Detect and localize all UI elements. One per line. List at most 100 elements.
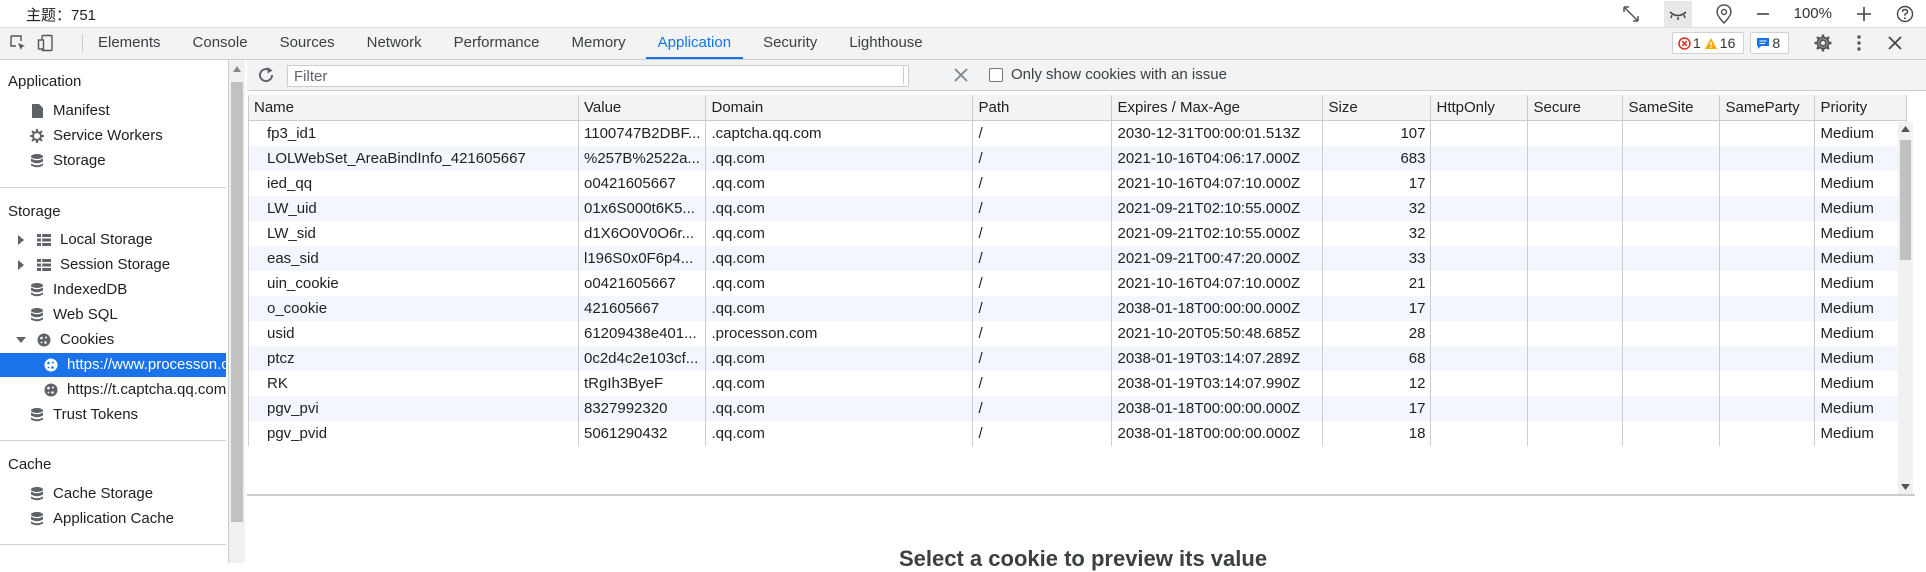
column-header[interactable]: Value (577, 95, 707, 121)
table-row[interactable]: pgv_pvi 8327992320 .qq.com/2038-01-18T00:0… (248, 396, 1908, 421)
table-row[interactable]: usid 61209438e401... .processon.com/2021-1… (248, 321, 1908, 346)
table-row[interactable]: fp3_id1 1100747B2DBF... .captcha.qq.com/20… (248, 120, 1908, 146)
only-issue-checkbox[interactable]: Only show cookies with an issue (989, 66, 1227, 83)
divider (82, 34, 83, 52)
table-cell (1527, 271, 1624, 296)
inspect-element-icon[interactable] (6, 32, 30, 54)
filter-input[interactable] (287, 65, 909, 87)
sidebar-item-application-cache[interactable]: Application Cache (30, 507, 174, 531)
expand-icon[interactable] (1622, 5, 1640, 23)
settings-gear-icon[interactable] (1810, 30, 1836, 56)
table-row[interactable]: ied_qq o0421605667 .qq.com/2021-10-16T04:0… (248, 171, 1908, 196)
refresh-icon[interactable] (257, 66, 275, 84)
column-header[interactable]: Path (972, 95, 1113, 121)
sidebar-item-trust-tokens[interactable]: Trust Tokens (30, 403, 138, 427)
grid-icon (37, 233, 51, 247)
column-header[interactable]: HttpOnly (1430, 95, 1529, 121)
tab-lighthouse[interactable]: Lighthouse (837, 28, 934, 57)
table-cell: Medium (1814, 421, 1908, 446)
tab-network[interactable]: Network (355, 28, 434, 57)
sidebar-item-cookie-captcha[interactable]: https://t.captcha.qq.com (44, 378, 226, 402)
sidebar-item-web-sql[interactable]: Web SQL (30, 303, 118, 327)
table-cell (1430, 371, 1529, 396)
device-toolbar-icon[interactable] (34, 32, 58, 54)
table-row[interactable]: LW_sid d1X6O0V0O6r... .qq.com/2021-09-21T0… (248, 221, 1908, 246)
table-row[interactable]: RK tRgIh3ByeF .qq.com/2038-01-19T03:14:07.… (248, 371, 1908, 396)
table-scrollbar-thumb[interactable] (1900, 140, 1911, 260)
column-header[interactable]: Size (1322, 95, 1432, 121)
sidebar-scrollbar[interactable] (229, 60, 245, 563)
column-header[interactable]: Expires / Max-Age (1111, 95, 1324, 121)
more-options-icon[interactable] (1846, 30, 1872, 56)
table-row[interactable]: uin_cookie o0421605667 .qq.com/2021-10-16T… (248, 271, 1908, 296)
table-row[interactable]: ptcz 0c2d4c2e103cf... .qq.com/2038-01-19T0… (248, 346, 1908, 371)
tab-elements[interactable]: Elements (86, 28, 173, 57)
sidebar-scrollbar-thumb[interactable] (231, 82, 243, 522)
table-row[interactable]: o_cookie 421605667 .qq.com/2038-01-18T00:0… (248, 296, 1908, 321)
zoom-out-icon[interactable] (1756, 7, 1770, 21)
table-cell (1527, 246, 1624, 271)
application-section-header: Application (8, 73, 82, 90)
table-cell (1527, 396, 1624, 421)
sidebar-item-storage[interactable]: Storage (30, 149, 106, 173)
chevron-right-icon[interactable] (14, 233, 28, 247)
column-header[interactable]: Secure (1527, 95, 1624, 121)
table-cell: 1100747B2DBF... (577, 120, 707, 146)
table-scrollbar[interactable] (1898, 122, 1913, 494)
table-cell: RK (248, 371, 579, 396)
table-divider (247, 494, 1915, 496)
sidebar-item-service-workers[interactable]: Service Workers (30, 124, 163, 148)
chevron-down-icon[interactable] (14, 333, 28, 347)
tab-application[interactable]: Application (645, 28, 744, 59)
sidebar-item-indexeddb[interactable]: IndexedDB (30, 278, 127, 302)
column-header[interactable]: SameSite (1622, 95, 1721, 121)
error-counter[interactable]: 1 16 (1672, 32, 1745, 54)
issue-counters[interactable]: 1 16 8 (1672, 32, 1795, 54)
table-row[interactable]: pgv_pvid 5061290432 .qq.com/2038-01-18T00:… (248, 421, 1908, 446)
sidebar-item-cookies[interactable]: Cookies (14, 328, 114, 352)
column-header[interactable]: SameParty (1719, 95, 1816, 121)
help-icon[interactable] (1896, 5, 1914, 23)
table-row[interactable]: eas_sid l196S0x0F6p4... .qq.com/2021-09-21… (248, 246, 1908, 271)
message-count: 8 (1772, 35, 1781, 51)
zoom-in-icon[interactable] (1856, 6, 1872, 22)
sidebar-item-label: Local Storage (60, 231, 153, 248)
close-devtools-icon[interactable] (1882, 30, 1908, 56)
tab-performance[interactable]: Performance (442, 28, 552, 57)
warning-count: 16 (1719, 35, 1736, 51)
tab-sources[interactable]: Sources (268, 28, 347, 57)
column-header[interactable]: Priority (1814, 95, 1908, 121)
sidebar-item-session-storage[interactable]: Session Storage (14, 253, 170, 277)
table-cell: Medium (1814, 346, 1908, 371)
location-pin-icon[interactable] (1715, 3, 1732, 24)
table-cell (1719, 421, 1816, 446)
sidebar-item-cookie-processon[interactable]: https://www.processon.com (0, 353, 226, 377)
table-row[interactable]: LW_uid 01x6S000t6K5... .qq.com/2021-09-21T… (248, 196, 1908, 221)
tab-security[interactable]: Security (751, 28, 829, 57)
sidebar-item-local-storage[interactable]: Local Storage (14, 228, 153, 252)
sidebar-item-label: Manifest (53, 102, 110, 119)
tab-console[interactable]: Console (181, 28, 260, 57)
database-icon (30, 487, 44, 501)
table-cell: .qq.com (705, 246, 974, 271)
checkbox-box[interactable] (989, 67, 1003, 82)
table-cell (1719, 246, 1816, 271)
column-header[interactable]: Name (248, 95, 579, 121)
sidebar-item-label: Cache Storage (53, 485, 154, 502)
table-cell: fp3_id1 (248, 120, 579, 146)
eye-closed-icon[interactable] (1663, 0, 1692, 27)
sidebar-item-cache-storage[interactable]: Cache Storage (30, 482, 153, 506)
column-header[interactable]: Domain (705, 95, 974, 121)
table-cell: tRgIh3ByeF (577, 371, 707, 396)
table-cell: 17 (1322, 396, 1432, 421)
chevron-right-icon[interactable] (14, 258, 28, 272)
database-icon (30, 512, 44, 526)
table-cell: .qq.com (705, 396, 974, 421)
table-row[interactable]: LOLWebSet_AreaBindInfo_421605667 %257B%25… (248, 146, 1908, 171)
tab-memory[interactable]: Memory (560, 28, 638, 57)
clear-all-icon[interactable] (954, 68, 968, 82)
table-cell (1622, 396, 1721, 421)
messages-counter[interactable]: 8 (1750, 32, 1790, 54)
sidebar-item-manifest[interactable]: Manifest (30, 99, 110, 123)
error-count: 1 (1693, 35, 1701, 51)
